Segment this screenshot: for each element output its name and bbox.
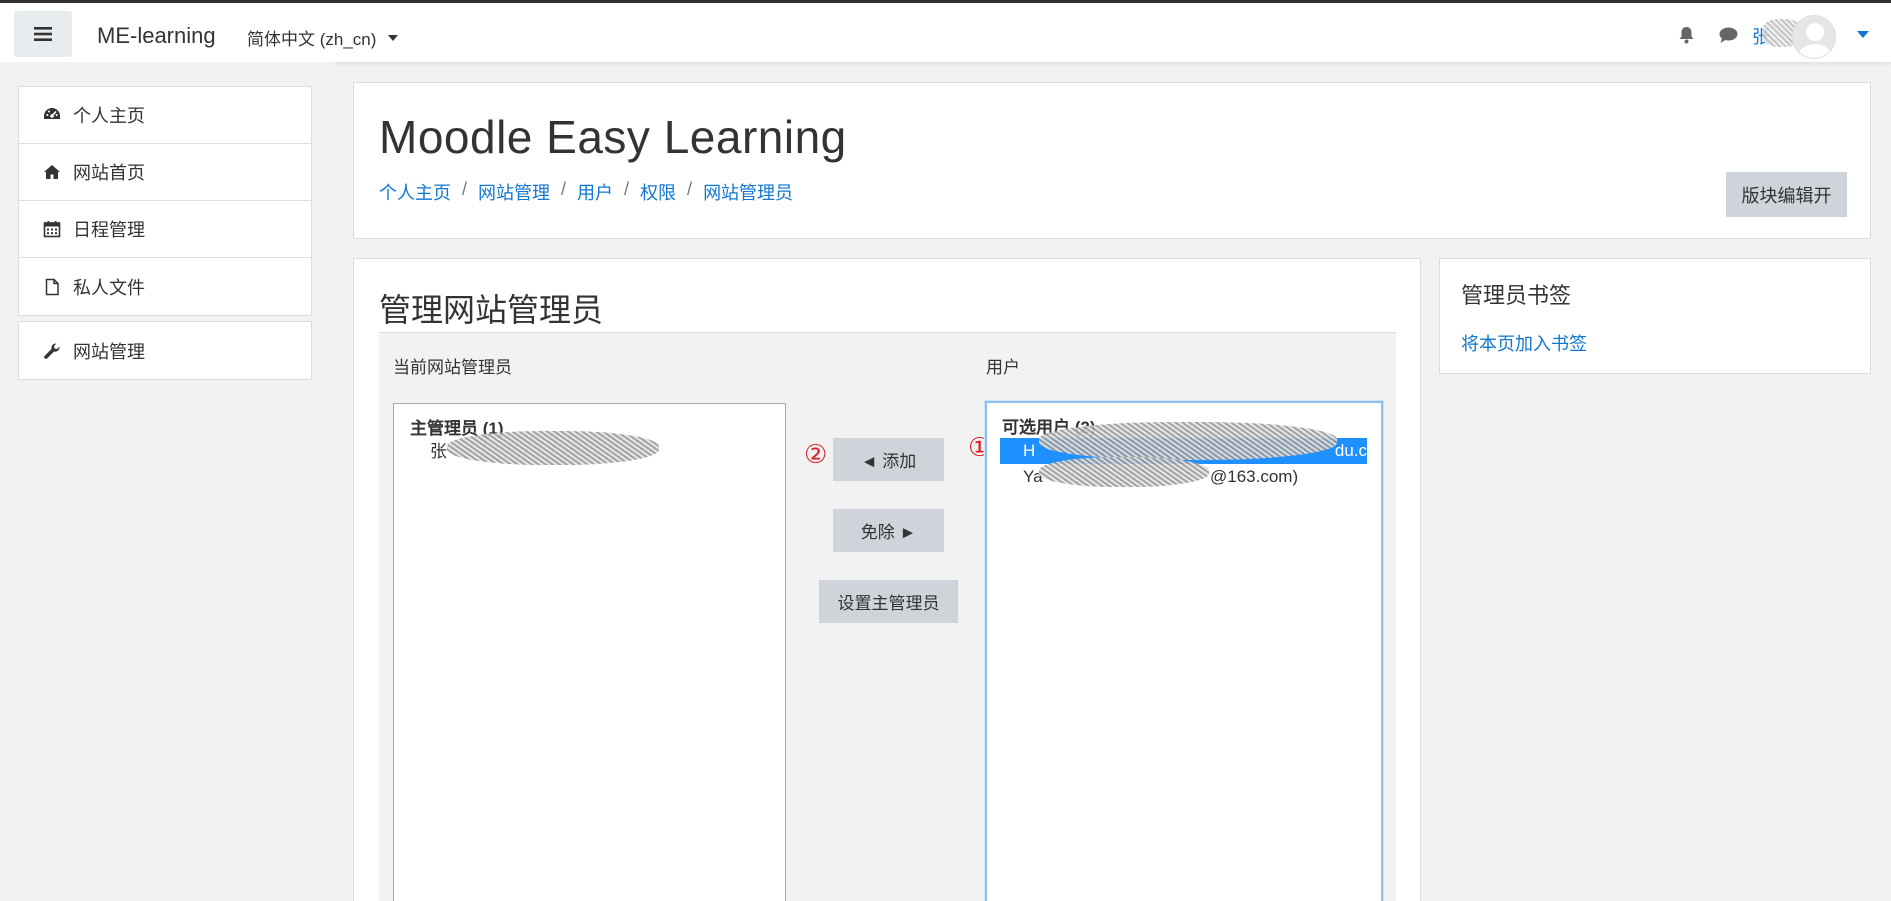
redaction-scribble xyxy=(1039,422,1337,460)
menu-toggle-button[interactable] xyxy=(14,11,72,57)
nav-drawer-admin-group: 网站管理 xyxy=(18,321,312,380)
block-title: 管理员书签 xyxy=(1461,283,1572,308)
option-text: 张 xyxy=(430,442,447,461)
set-main-admin-button[interactable]: 设置主管理员 xyxy=(819,580,958,623)
dashboard-icon xyxy=(44,108,60,119)
annotation-marker-two: ② xyxy=(804,440,828,470)
sidebar-item-site-admin[interactable]: 网站管理 xyxy=(19,322,311,379)
top-navbar: ME-learning 简体中文 (zh_cn) 张 xyxy=(0,0,1891,62)
page-title: 管理网站管理员 xyxy=(379,292,604,328)
sidebar-item-site-home[interactable]: 网站首页 xyxy=(19,144,311,201)
notifications-button[interactable] xyxy=(1678,26,1695,49)
sidebar-item-label: 个人主页 xyxy=(73,106,145,126)
wrench-icon xyxy=(44,342,60,359)
breadcrumb-link-dashboard[interactable]: 个人主页 xyxy=(379,179,451,205)
chat-icon xyxy=(1719,27,1738,43)
hamburger-icon xyxy=(34,27,52,41)
page-header: Moodle Easy Learning 个人主页 / 网站管理 / 用户 / … xyxy=(353,82,1871,239)
sidebar-item-dashboard[interactable]: 个人主页 xyxy=(19,87,311,144)
file-icon xyxy=(45,278,59,295)
redaction-scribble xyxy=(447,431,659,465)
calendar-icon xyxy=(43,221,61,238)
main-content: 管理网站管理员 当前网站管理员 用户 主管理员 (1) 张 ② ◄ 添加 免除 … xyxy=(353,258,1421,901)
current-admins-label: 当前网站管理员 xyxy=(393,358,512,377)
bell-icon xyxy=(1679,27,1694,44)
sidebar-item-label: 私人文件 xyxy=(73,277,145,298)
sidebar-item-label: 网站管理 xyxy=(73,341,145,362)
admin-bookmarks-block: 管理员书签 将本页加入书签 xyxy=(1439,258,1871,374)
breadcrumb: 个人主页 / 网站管理 / 用户 / 权限 / 网站管理员 xyxy=(379,179,793,205)
breadcrumb-separator: / xyxy=(462,179,468,199)
remove-button[interactable]: 免除 ► xyxy=(833,509,944,552)
blocks-editing-toggle-button[interactable]: 版块编辑开 xyxy=(1726,172,1847,217)
user-avatar[interactable] xyxy=(1792,15,1836,59)
nav-drawer-main-group: 个人主页 网站首页 日程管理 私人文件 xyxy=(18,86,312,316)
language-menu[interactable]: 简体中文 (zh_cn) xyxy=(247,25,399,50)
option-text-tail: @163.com) xyxy=(1210,467,1299,486)
option-text: H xyxy=(1023,441,1036,460)
sidebar-item-label: 日程管理 xyxy=(73,220,145,240)
users-label: 用户 xyxy=(986,358,1020,377)
add-button[interactable]: ◄ 添加 xyxy=(833,438,944,481)
redaction-scribble xyxy=(1039,457,1209,487)
breadcrumb-separator: / xyxy=(624,179,630,199)
current-admins-listbox[interactable]: 主管理员 (1) 张 xyxy=(393,403,786,901)
potential-users-listbox[interactable]: 可选用户 (2) H du.c Ya @163.com) xyxy=(985,401,1383,901)
home-icon xyxy=(44,165,60,179)
bookmark-this-page-link[interactable]: 将本页加入书签 xyxy=(1461,330,1587,356)
option-text-tail: du.c xyxy=(1334,441,1367,460)
admin-selector-panel: 当前网站管理员 用户 主管理员 (1) 张 ② ◄ 添加 免除 ► 设置主管理员… xyxy=(379,332,1396,901)
language-label: 简体中文 (zh_cn) xyxy=(247,30,377,49)
breadcrumb-link-permissions[interactable]: 权限 xyxy=(640,179,676,205)
site-brand[interactable]: ME-learning xyxy=(97,23,216,49)
breadcrumb-link-site-admins[interactable]: 网站管理员 xyxy=(703,179,793,205)
caret-down-icon xyxy=(388,34,399,41)
user-menu-caret-icon[interactable] xyxy=(1857,31,1869,38)
site-title: Moodle Easy Learning xyxy=(379,111,847,163)
sidebar-item-calendar[interactable]: 日程管理 xyxy=(19,201,311,258)
breadcrumb-separator: / xyxy=(687,179,693,199)
breadcrumb-separator: / xyxy=(561,179,567,199)
sidebar-item-label: 网站首页 xyxy=(73,163,145,183)
breadcrumb-link-users[interactable]: 用户 xyxy=(577,179,613,205)
breadcrumb-link-site-admin[interactable]: 网站管理 xyxy=(478,179,550,205)
messages-button[interactable] xyxy=(1719,27,1738,49)
sidebar-item-private-files[interactable]: 私人文件 xyxy=(19,258,311,315)
